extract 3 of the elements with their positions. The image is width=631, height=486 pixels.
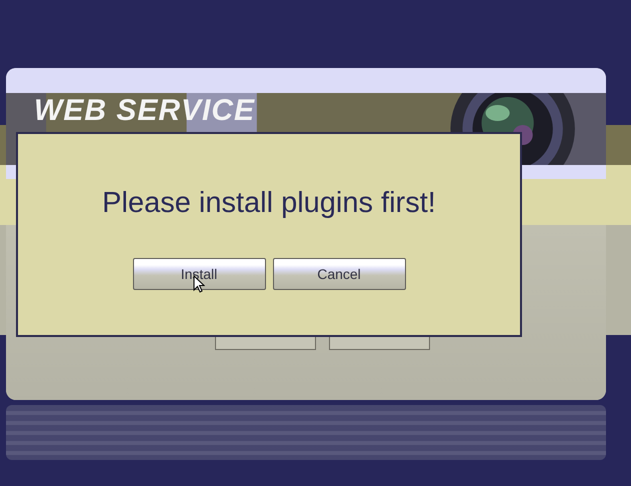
install-button[interactable]: Install [132, 258, 266, 290]
dialog-message: Please install plugins first! [102, 187, 436, 220]
cancel-button[interactable]: Cancel [272, 258, 406, 290]
